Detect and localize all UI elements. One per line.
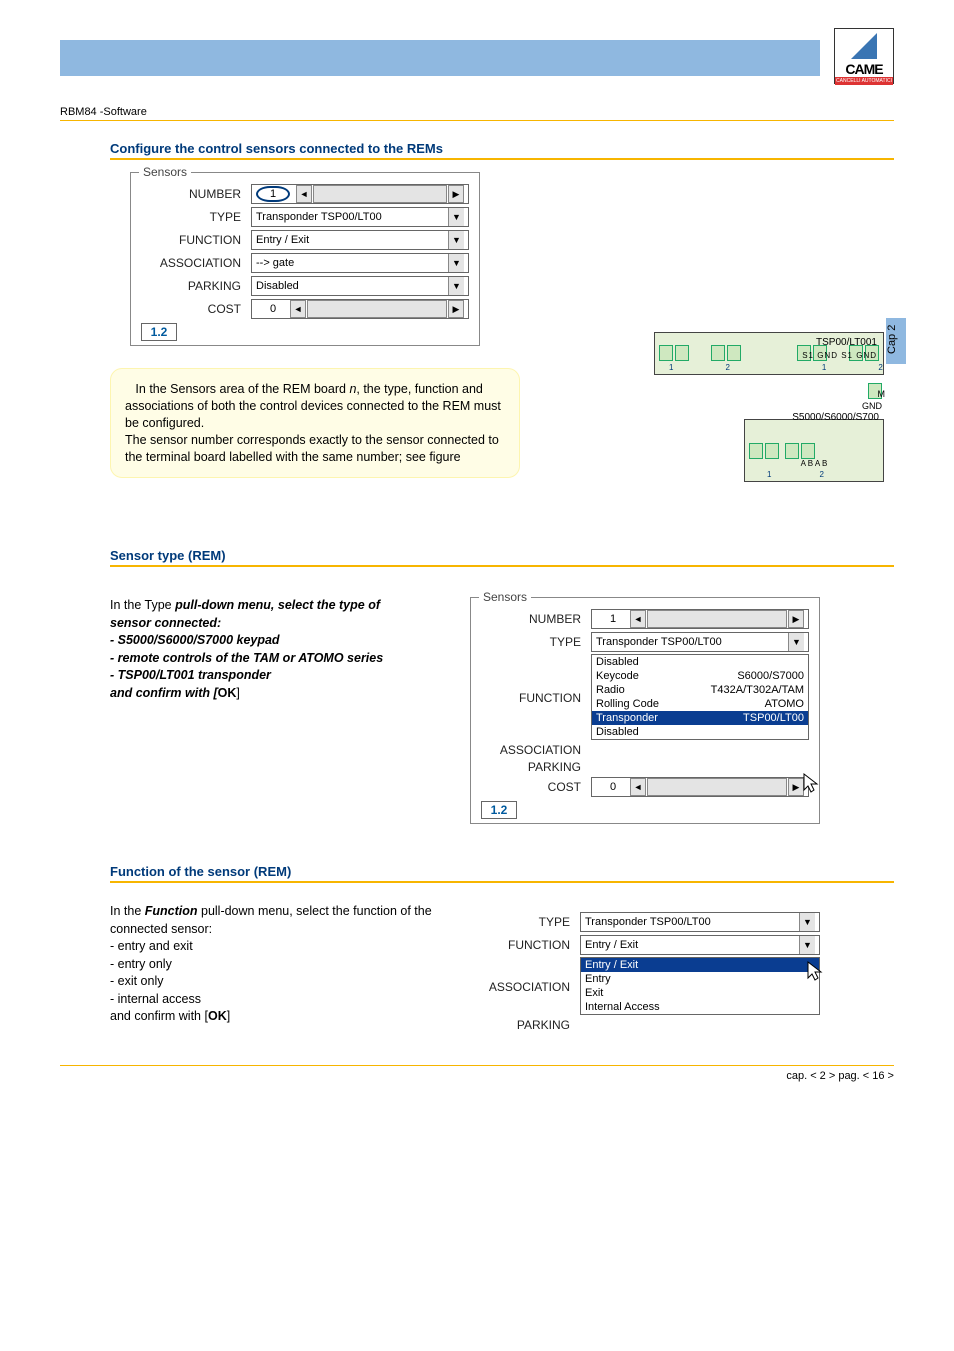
section-title-sensor-type: Sensor type (REM) — [110, 548, 894, 567]
chevron-down-icon: ▼ — [799, 913, 815, 931]
function-text: In the Function pull-down menu, select t… — [110, 903, 450, 1026]
spin-left-icon[interactable]: ◄ — [290, 300, 306, 318]
label-parking: PARKING — [470, 1018, 580, 1032]
label-type: TYPE — [141, 210, 251, 224]
label-type: TYPE — [481, 635, 591, 649]
sensors-panel: Sensors NUMBER 1 ◄ ▶ TYPE Transponder TS… — [130, 172, 480, 346]
chevron-down-icon: ▼ — [448, 208, 464, 226]
cost-spinner[interactable]: 0 ◄ ▶ — [591, 777, 809, 797]
spin-left-icon[interactable]: ◄ — [296, 185, 312, 203]
chevron-down-icon: ▼ — [788, 633, 804, 651]
dropdown-option[interactable]: Internal Access — [581, 1000, 819, 1014]
parking-dropdown[interactable]: Disabled▼ — [251, 276, 469, 296]
panel-legend: Sensors — [139, 165, 191, 179]
sensors-panel-3: TYPE Transponder TSP00/LT00▼ FUNCTION En… — [470, 903, 820, 1035]
dropdown-option[interactable]: KeycodeS6000/S7000 — [592, 669, 808, 683]
dropdown-option[interactable]: Rolling CodeATOMO — [592, 697, 808, 711]
dropdown-option[interactable]: RadioT432A/T302A/TAM — [592, 683, 808, 697]
function-dropdown[interactable]: Entry / Exit▼ — [580, 935, 820, 955]
type-dropdown-list[interactable]: DisabledKeycodeS6000/S7000RadioT432A/T30… — [591, 654, 809, 740]
function-dropdown[interactable]: Entry / Exit▼ — [251, 230, 469, 250]
label-function: FUNCTION — [481, 691, 591, 705]
type-dropdown[interactable]: Transponder TSP00/LT00▼ — [591, 632, 809, 652]
header-band — [60, 40, 820, 76]
dropdown-option[interactable]: Disabled — [592, 725, 808, 739]
dropdown-option[interactable]: Exit — [581, 986, 819, 1000]
cursor-icon — [806, 960, 826, 982]
breadcrumb: RBM84 -Software — [60, 106, 894, 121]
spin-left-icon[interactable]: ◄ — [630, 778, 646, 796]
number-spinner[interactable]: 1 ◄ ▶ — [591, 609, 809, 629]
sensor-type-text: In the Type pull-down menu, select the t… — [110, 597, 450, 702]
label-number: NUMBER — [481, 612, 591, 626]
section-title-configure: Configure the control sensors connected … — [110, 141, 894, 160]
association-dropdown[interactable]: --> gate▼ — [251, 253, 469, 273]
sensors-panel-2: Sensors NUMBER 1 ◄ ▶ TYPE Transponder TS… — [470, 597, 820, 824]
chevron-down-icon: ▼ — [448, 231, 464, 249]
spin-right-icon[interactable]: ▶ — [448, 185, 464, 203]
label-association: ASSOCIATION — [470, 980, 580, 994]
label-association: ASSOCIATION — [481, 743, 591, 757]
label-association: ASSOCIATION — [141, 256, 251, 270]
info-note: In the Sensors area of the REM board n, … — [110, 368, 520, 478]
cursor-icon — [802, 772, 822, 794]
chevron-down-icon: ▼ — [799, 936, 815, 954]
tab-1-2[interactable]: 1.2 — [481, 801, 517, 819]
wiring-diagram: TSP00/LT001 S1 GND S1 GND 1212 M GND S50… — [654, 332, 884, 510]
panel-legend: Sensors — [479, 590, 531, 604]
type-dropdown[interactable]: Transponder TSP00/LT00▼ — [580, 912, 820, 932]
spin-right-icon[interactable]: ▶ — [448, 300, 464, 318]
label-parking: PARKING — [481, 760, 591, 774]
label-cost: COST — [141, 302, 251, 316]
function-dropdown-list[interactable]: Entry / ExitEntryExitInternal Access — [580, 957, 820, 1015]
section-title-function: Function of the sensor (REM) — [110, 864, 894, 883]
label-cost: COST — [481, 780, 591, 794]
spin-right-icon[interactable]: ▶ — [788, 610, 804, 628]
type-dropdown[interactable]: Transponder TSP00/LT00▼ — [251, 207, 469, 227]
label-type: TYPE — [470, 915, 580, 929]
spin-left-icon[interactable]: ◄ — [630, 610, 646, 628]
tab-1-2[interactable]: 1.2 — [141, 323, 177, 341]
label-parking: PARKING — [141, 279, 251, 293]
label-number: NUMBER — [141, 187, 251, 201]
chevron-down-icon: ▼ — [448, 254, 464, 272]
brand-logo: CAME CANCELLI AUTOMATICI — [834, 28, 894, 84]
chevron-down-icon: ▼ — [448, 277, 464, 295]
label-function: FUNCTION — [141, 233, 251, 247]
dropdown-option[interactable]: Disabled — [592, 655, 808, 669]
label-function: FUNCTION — [470, 938, 580, 952]
dropdown-option[interactable]: Entry / Exit — [581, 958, 819, 972]
number-spinner[interactable]: 1 ◄ ▶ — [251, 184, 469, 204]
cost-spinner[interactable]: 0 ◄ ▶ — [251, 299, 469, 319]
dropdown-option[interactable]: Entry — [581, 972, 819, 986]
page-footer: cap. < 2 > pag. < 16 > — [60, 1065, 894, 1082]
dropdown-option[interactable]: TransponderTSP00/LT00 — [592, 711, 808, 725]
